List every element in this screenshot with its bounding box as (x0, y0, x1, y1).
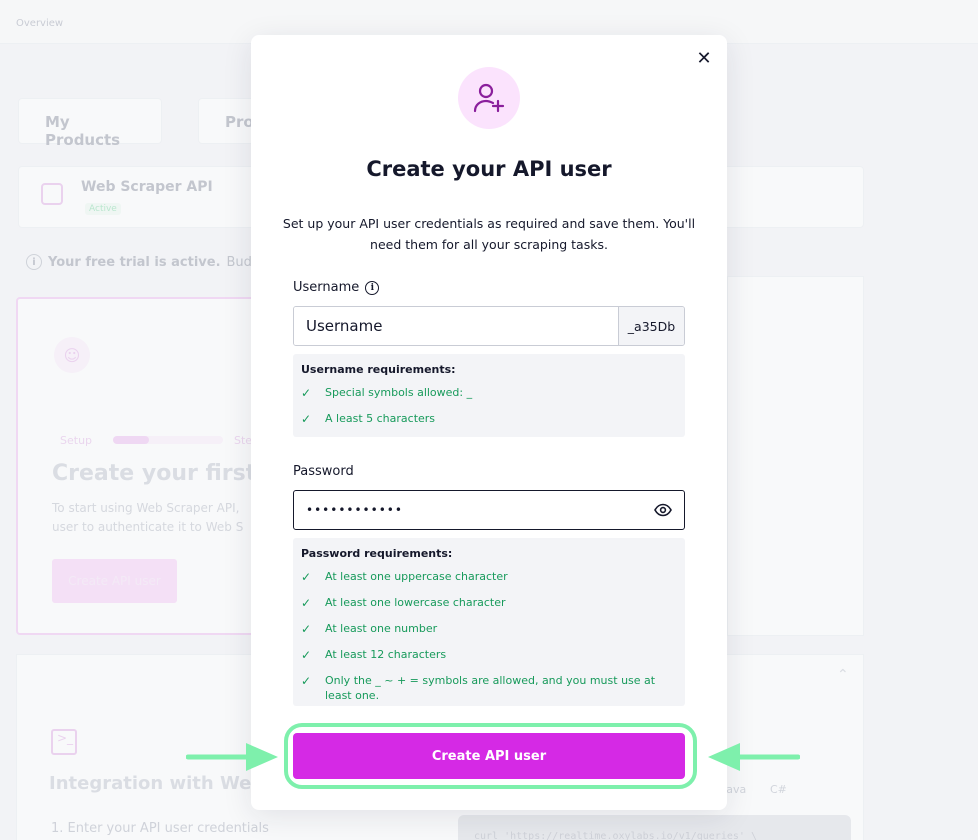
password-requirements-title: Password requirements: (301, 547, 453, 560)
username-requirements: Username requirements: ✓ Special symbols … (293, 354, 685, 437)
requirement-text: At least one number (325, 622, 438, 635)
password-label: Password (293, 464, 354, 479)
create-api-user-button[interactable]: Create API user (293, 733, 685, 779)
requirement-item: ✓ At least one lowercase character (301, 592, 677, 618)
info-icon[interactable]: i (365, 280, 380, 295)
username-field-group: _a35Db (293, 306, 685, 346)
requirement-text: Only the _ ~ + = symbols are allowed, an… (325, 674, 656, 702)
requirement-text: At least 12 characters (325, 648, 447, 661)
requirement-item: ✓ At least one number (301, 618, 677, 644)
username-suffix: _a35Db (618, 307, 684, 345)
requirement-text: Special symbols allowed: _ (325, 386, 473, 399)
username-requirements-title: Username requirements: (301, 363, 456, 376)
check-icon: ✓ (301, 570, 312, 584)
modal-title: Create your API user (366, 157, 612, 181)
modal-description: Set up your API user credentials as requ… (282, 216, 696, 252)
username-input[interactable] (294, 307, 618, 345)
password-input[interactable]: •••••••••••• (293, 490, 685, 530)
check-icon: ✓ (301, 596, 312, 610)
password-label-text: Password (293, 464, 354, 479)
check-icon: ✓ (301, 622, 312, 636)
check-icon: ✓ (301, 386, 312, 400)
requirement-item: ✓ A least 5 characters (301, 408, 677, 434)
requirement-item: ✓ At least one uppercase character (301, 566, 677, 592)
requirement-text: A least 5 characters (325, 412, 436, 425)
check-icon: ✓ (301, 412, 312, 426)
check-icon: ✓ (301, 648, 312, 662)
create-api-user-modal: ✕ Create your API user Set up your API u… (251, 35, 727, 810)
password-value[interactable]: •••••••••••• (306, 503, 654, 517)
arrow-right-icon (186, 743, 278, 771)
username-label-text: Username (293, 280, 360, 295)
eye-icon[interactable] (654, 501, 672, 519)
password-requirements: Password requirements: ✓ At least one upp… (293, 538, 685, 706)
requirement-item: ✓ Special symbols allowed: _ (301, 382, 677, 408)
requirement-item: ✓ Only the _ ~ + = symbols are allowed, a… (301, 670, 677, 710)
requirement-text: At least one uppercase character (325, 570, 508, 583)
check-icon: ✓ (301, 674, 312, 688)
requirement-item: ✓ At least 12 characters (301, 644, 677, 670)
username-label: Username i (293, 280, 380, 295)
close-icon[interactable]: ✕ (693, 47, 715, 69)
arrow-left-icon (708, 743, 800, 771)
user-plus-icon (458, 67, 520, 129)
requirement-text: At least one lowercase character (325, 596, 506, 609)
